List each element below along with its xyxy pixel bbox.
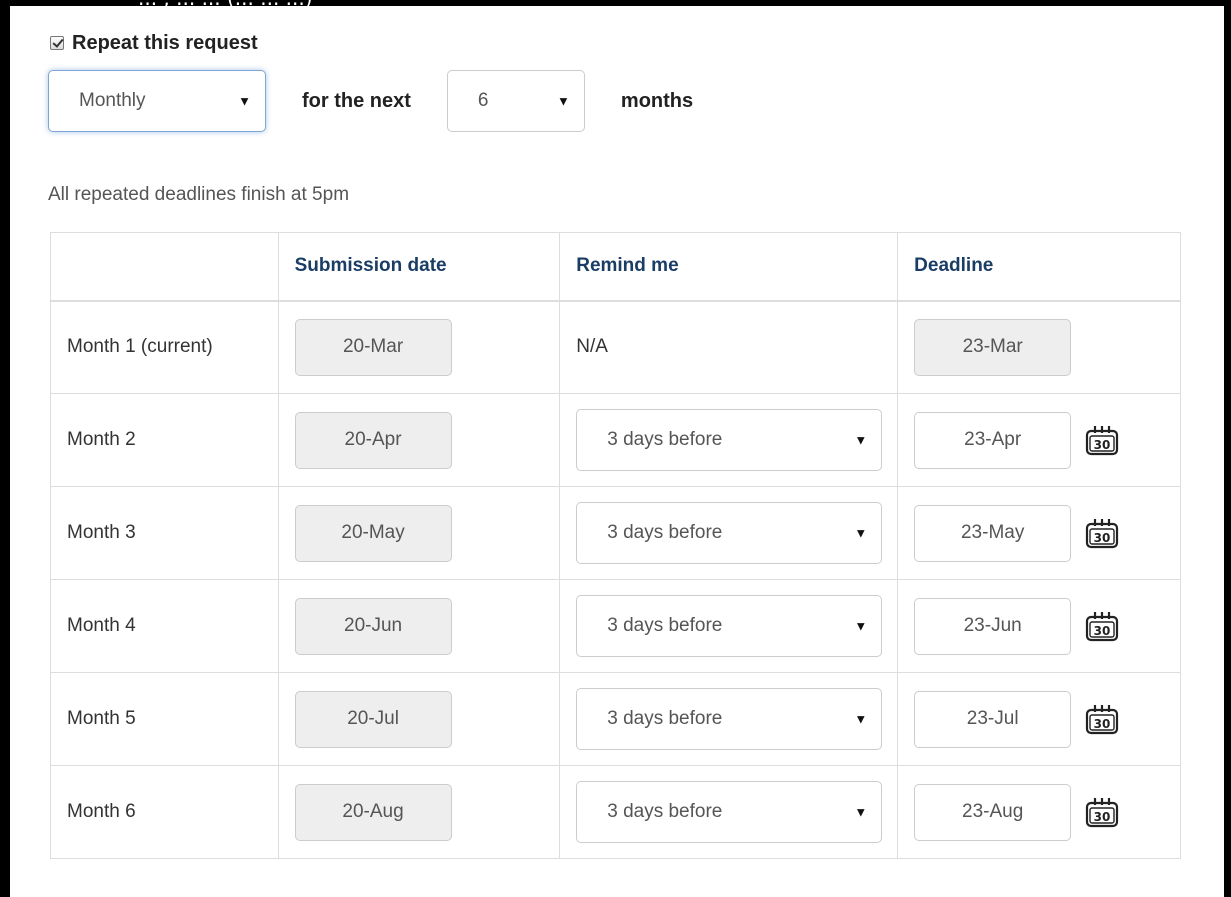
calendar-number: 30 (1094, 810, 1111, 824)
remind-value: 3 days before (607, 708, 723, 729)
submission-date-field: 20-Aug (294, 783, 452, 841)
submission-cell: 20-Jul (277, 672, 561, 766)
chevron-down-icon: ▼ (557, 93, 570, 109)
deadline-cell: 23-May 30 (897, 486, 1181, 580)
remind-value: 3 days before (607, 801, 723, 822)
remind-cell: 3 days before ▼ (559, 393, 899, 487)
submission-date-field: 20-Apr (294, 411, 452, 469)
calendar-number: 30 (1094, 624, 1111, 638)
chevron-down-icon: ▼ (854, 711, 868, 727)
submission-cell: 20-Aug (277, 765, 561, 859)
submission-cell: 20-Mar (277, 300, 561, 394)
calendar-icon[interactable]: 30 (1085, 610, 1119, 642)
chevron-down-icon: ▼ (238, 93, 251, 109)
calendar-icon[interactable]: 30 (1085, 424, 1119, 456)
table-row: Month 1 (current) 20-Mar N/A 23-Mar (50, 300, 1181, 394)
submission-date-field: 20-May (294, 504, 452, 562)
deadline-date-input[interactable]: 23-May (914, 504, 1072, 562)
submission-date-field: 20-Mar (294, 318, 452, 376)
frequency-row: Monthly ▼ for the next 6 ▼ months (48, 70, 693, 132)
calendar-icon[interactable]: 30 (1085, 796, 1119, 828)
submission-cell: 20-May (277, 486, 561, 580)
remind-cell: N/A (559, 300, 899, 394)
calendar-icon[interactable]: 30 (1085, 703, 1119, 735)
chevron-down-icon: ▼ (854, 618, 868, 634)
submission-cell: 20-Jun (277, 579, 561, 673)
header-partial-text: ... , ... ... (... ... ...) (138, 0, 313, 6)
repeat-checkbox[interactable] (50, 36, 64, 50)
count-value: 6 (477, 90, 489, 111)
deadline-wrapper: 23-Apr 30 (914, 411, 1179, 469)
window-frame: ... , ... ... (... ... ...) Repeat this … (0, 0, 1231, 897)
repeat-label: Repeat this request (72, 31, 258, 54)
table-row: Month 6 20-Aug 3 days before ▼ 23-Aug 30 (50, 765, 1181, 859)
count-select[interactable]: 6 ▼ (446, 70, 585, 132)
chevron-down-icon: ▼ (854, 804, 868, 820)
deadline-date-input[interactable]: 23-Aug (914, 783, 1072, 841)
remind-select[interactable]: 3 days before ▼ (576, 595, 883, 657)
remind-select[interactable]: 3 days before ▼ (576, 688, 883, 750)
submission-cell: 20-Apr (277, 393, 561, 487)
deadline-wrapper: 23-May 30 (914, 504, 1179, 562)
table-row: Month 2 20-Apr 3 days before ▼ 23-Apr 30 (50, 393, 1181, 487)
remind-cell: 3 days before ▼ (559, 672, 899, 766)
deadline-cell: 23-Mar (897, 300, 1181, 394)
deadline-note: All repeated deadlines finish at 5pm (48, 184, 350, 205)
calendar-number: 30 (1094, 438, 1111, 452)
table-row: Month 4 20-Jun 3 days before ▼ 23-Jun 30 (50, 579, 1181, 673)
table-row: Month 5 20-Jul 3 days before ▼ 23-Jul 30 (50, 672, 1181, 766)
deadline-wrapper: 23-Jun 30 (914, 597, 1179, 655)
row-label: Month 3 (50, 486, 279, 580)
frequency-select[interactable]: Monthly ▼ (48, 70, 266, 132)
header-deadline: Deadline (897, 232, 1181, 302)
submission-date-field: 20-Jun (294, 597, 452, 655)
deadline-cell: 23-Aug 30 (897, 765, 1181, 859)
row-label: Month 1 (current) (50, 300, 279, 394)
remind-value: 3 days before (607, 522, 723, 543)
deadline-cell: 23-Jun 30 (897, 579, 1181, 673)
deadline-date-input[interactable]: 23-Apr (914, 411, 1072, 469)
row-label: Month 5 (50, 672, 279, 766)
row-label: Month 6 (50, 765, 279, 859)
table-row: Month 3 20-May 3 days before ▼ 23-May 30 (50, 486, 1181, 580)
header-submission-date: Submission date (277, 232, 561, 302)
schedule-table: Submission date Remind me Deadline Month… (50, 232, 1181, 859)
calendar-number: 30 (1094, 717, 1111, 731)
chevron-down-icon: ▼ (854, 432, 868, 448)
months-label: months (620, 89, 694, 112)
deadline-cell: 23-Apr 30 (897, 393, 1181, 487)
submission-date-field: 20-Jul (294, 690, 452, 748)
remind-select[interactable]: 3 days before ▼ (576, 409, 883, 471)
deadline-wrapper: 23-Mar (914, 318, 1179, 376)
remind-value: 3 days before (607, 429, 723, 450)
remind-cell: 3 days before ▼ (559, 579, 899, 673)
row-label: Month 2 (50, 393, 279, 487)
header-remind-me: Remind me (559, 232, 899, 302)
remind-cell: 3 days before ▼ (559, 486, 899, 580)
chevron-down-icon: ▼ (854, 525, 868, 541)
deadline-date-input[interactable]: 23-Jun (914, 597, 1072, 655)
deadline-wrapper: 23-Jul 30 (914, 690, 1179, 748)
deadline-date-input[interactable]: 23-Jul (914, 690, 1072, 748)
deadline-wrapper: 23-Aug 30 (914, 783, 1179, 841)
remind-value: 3 days before (607, 615, 723, 636)
table-header-row: Submission date Remind me Deadline (50, 232, 1181, 302)
calendar-number: 30 (1094, 531, 1111, 545)
remind-select[interactable]: 3 days before ▼ (576, 502, 883, 564)
frequency-value: Monthly (79, 90, 146, 111)
repeat-option[interactable]: Repeat this request (50, 30, 258, 56)
remind-select[interactable]: 3 days before ▼ (576, 781, 883, 843)
header-blank (50, 232, 279, 302)
calendar-icon[interactable]: 30 (1085, 517, 1119, 549)
remind-cell: 3 days before ▼ (559, 765, 899, 859)
deadline-date-field: 23-Mar (914, 318, 1072, 376)
row-label: Month 4 (50, 579, 279, 673)
deadline-cell: 23-Jul 30 (897, 672, 1181, 766)
top-bar: ... , ... ... (... ... ...) (10, 0, 1231, 6)
for-the-next-label: for the next (302, 89, 411, 112)
